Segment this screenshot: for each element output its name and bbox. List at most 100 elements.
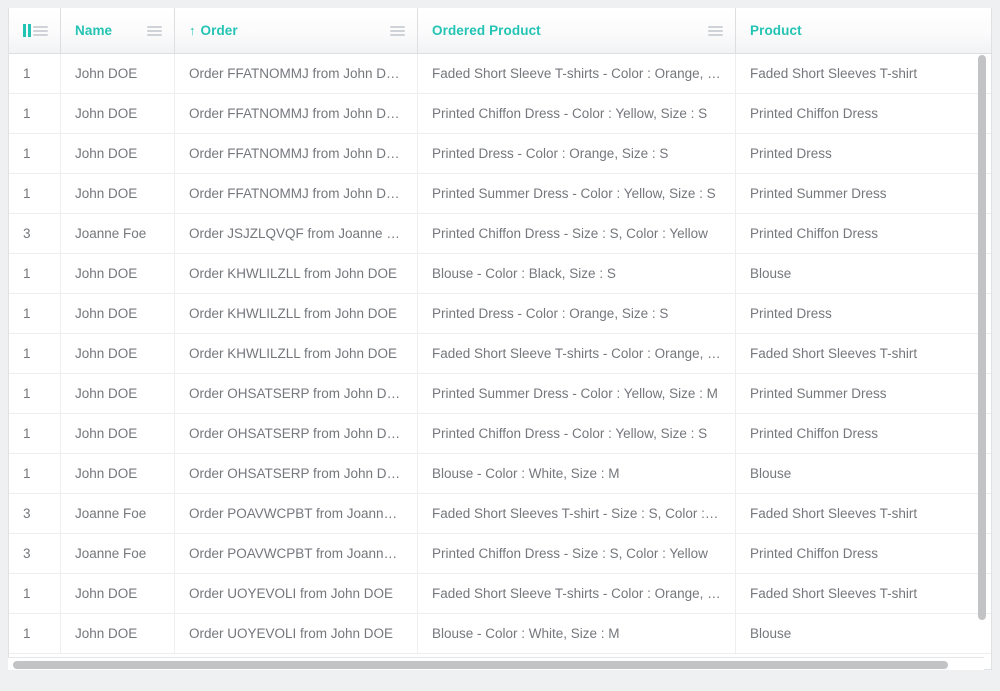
table-row[interactable]: 1 John DOE Order KHWLILZLL from John DOE Bl… — [9, 254, 991, 294]
vertical-scrollbar-thumb[interactable] — [978, 55, 986, 620]
cell-qty: 3 — [9, 214, 61, 253]
cell-name: John DOE — [61, 174, 175, 213]
column-header-label-product: Product — [750, 23, 802, 38]
table-row[interactable]: 1 John DOE Order KHWLILZLL from John DOE Fa… — [9, 334, 991, 374]
cell-order: Order JSJZLQVQF from Joanne Foe — [175, 214, 418, 253]
cell-qty: 1 — [9, 334, 61, 373]
cell-text-product: Printed Dress — [750, 146, 832, 161]
column-header-product[interactable]: Product — [736, 8, 991, 53]
cell-name: John DOE — [61, 374, 175, 413]
cell-text-product: Blouse — [750, 266, 792, 281]
table-row[interactable]: 1 John DOE Order KHWLILZLL from John DOE Pr… — [9, 294, 991, 334]
column-menu-icon-qty[interactable] — [33, 25, 48, 36]
cell-qty: 1 — [9, 614, 61, 653]
cell-name: Joanne Foe — [61, 534, 175, 573]
cell-text-qty: 1 — [23, 146, 31, 161]
table-row[interactable]: 1 John DOE Order FFATNOMMJ from John DOE Fa… — [9, 54, 991, 94]
cell-text-product: Printed Chiffon Dress — [750, 426, 879, 441]
cell-order: Order OHSATSERP from John DOE — [175, 454, 418, 493]
cell-text-name: John DOE — [75, 626, 138, 641]
cell-order: Order FFATNOMMJ from John DOE — [175, 94, 418, 133]
cell-text-order: Order FFATNOMMJ from John DOE — [189, 146, 403, 161]
cell-ordered_product: Printed Chiffon Dress - Color : Yellow, … — [418, 94, 736, 133]
cell-ordered_product: Printed Chiffon Dress - Color : Yellow, … — [418, 414, 736, 453]
table-row[interactable]: 1 John DOE Order OHSATSERP from John DOE Bl… — [9, 454, 991, 494]
table-row[interactable]: 1 John DOE Order FFATNOMMJ from John DOE Pr… — [9, 94, 991, 134]
cell-text-order: Order JSJZLQVQF from Joanne Foe — [189, 226, 403, 241]
cell-text-ordered_product: Blouse - Color : Black, Size : S — [432, 266, 616, 281]
cell-qty: 1 — [9, 94, 61, 133]
cell-name: John DOE — [61, 54, 175, 93]
cell-text-ordered_product: Printed Chiffon Dress - Size : S, Color … — [432, 226, 708, 241]
table-row[interactable]: 3 Joanne Foe Order JSJZLQVQF from Joanne F… — [9, 214, 991, 254]
cell-qty: 1 — [9, 254, 61, 293]
column-menu-icon-name[interactable] — [147, 25, 162, 36]
cell-qty: 1 — [9, 414, 61, 453]
cell-text-qty: 1 — [23, 386, 31, 401]
cell-text-order: Order KHWLILZLL from John DOE — [189, 266, 398, 281]
table-row[interactable]: 1 John DOE Order FFATNOMMJ from John DOE Pr… — [9, 174, 991, 214]
cell-text-order: Order POAVWCPBT from Joanne F… — [189, 506, 403, 521]
column-menu-icon-order[interactable] — [390, 25, 405, 36]
cell-text-ordered_product: Printed Chiffon Dress - Size : S, Color … — [432, 546, 708, 561]
cell-text-ordered_product: Blouse - Color : White, Size : M — [432, 626, 620, 641]
cell-text-name: John DOE — [75, 306, 138, 321]
cell-text-name: John DOE — [75, 346, 138, 361]
column-menu-icon-ordered-product[interactable] — [708, 25, 723, 36]
cell-text-ordered_product: Printed Chiffon Dress - Color : Yellow, … — [432, 426, 708, 441]
table-row[interactable]: 3 Joanne Foe Order POAVWCPBT from Joanne F… — [9, 534, 991, 574]
horizontal-scrollbar-thumb[interactable] — [13, 661, 948, 669]
cell-ordered_product: Blouse - Color : Black, Size : S — [418, 254, 736, 293]
table-row[interactable]: 1 John DOE Order UOYEVOLI from John DOE Blo… — [9, 614, 991, 654]
cell-order: Order FFATNOMMJ from John DOE — [175, 174, 418, 213]
table-row[interactable]: 1 John DOE Order OHSATSERP from John DOE Pr… — [9, 414, 991, 454]
cell-text-order: Order KHWLILZLL from John DOE — [189, 306, 398, 321]
cell-name: Joanne Foe — [61, 494, 175, 533]
cell-text-product: Printed Summer Dress — [750, 386, 887, 401]
cell-text-product: Printed Chiffon Dress — [750, 226, 879, 241]
table-row[interactable]: 1 John DOE Order FFATNOMMJ from John DOE Pr… — [9, 134, 991, 174]
cell-text-ordered_product: Printed Summer Dress - Color : Yellow, S… — [432, 386, 718, 401]
cell-product: Printed Chiffon Dress — [736, 94, 991, 133]
cell-text-qty: 1 — [23, 66, 31, 81]
horizontal-scrollbar[interactable] — [8, 657, 984, 670]
cell-qty: 1 — [9, 54, 61, 93]
table-row[interactable]: 1 John DOE Order OHSATSERP from John DOE Pr… — [9, 374, 991, 414]
cell-text-qty: 1 — [23, 186, 31, 201]
cell-text-qty: 1 — [23, 106, 31, 121]
cell-ordered_product: Printed Dress - Color : Orange, Size : S — [418, 294, 736, 333]
data-grid-page: Name ↑ Order Ordered Product Product 1 Jo… — [0, 0, 1000, 691]
cell-order: Order POAVWCPBT from Joanne F… — [175, 494, 418, 533]
vertical-scrollbar[interactable] — [975, 55, 989, 655]
column-header-order[interactable]: ↑ Order — [175, 8, 418, 53]
cell-ordered_product: Faded Short Sleeve T-shirts - Color : Or… — [418, 54, 736, 93]
cell-ordered_product: Printed Chiffon Dress - Size : S, Color … — [418, 534, 736, 573]
cell-order: Order OHSATSERP from John DOE — [175, 414, 418, 453]
cell-product: Printed Dress — [736, 294, 991, 333]
data-grid-body[interactable]: 1 John DOE Order FFATNOMMJ from John DOE Fa… — [9, 54, 991, 666]
cell-qty: 3 — [9, 534, 61, 573]
cell-text-product: Printed Chiffon Dress — [750, 546, 879, 561]
data-grid: Name ↑ Order Ordered Product Product 1 Jo… — [8, 8, 992, 670]
cell-name: John DOE — [61, 574, 175, 613]
cell-text-qty: 3 — [23, 546, 31, 561]
cell-product: Printed Chiffon Dress — [736, 214, 991, 253]
cell-text-order: Order UOYEVOLI from John DOE — [189, 586, 394, 601]
cell-ordered_product: Faded Short Sleeve T-shirts - Color : Or… — [418, 574, 736, 613]
column-header-name[interactable]: Name — [61, 8, 175, 53]
cell-order: Order UOYEVOLI from John DOE — [175, 614, 418, 653]
column-header-label-order: Order — [200, 23, 238, 38]
cell-text-order: Order POAVWCPBT from Joanne F… — [189, 546, 403, 561]
cell-text-product: Faded Short Sleeves T-shirt — [750, 66, 918, 81]
column-header-qty[interactable] — [9, 8, 61, 53]
table-row[interactable]: 1 John DOE Order UOYEVOLI from John DOE Fad… — [9, 574, 991, 614]
column-header-ordered-product[interactable]: Ordered Product — [418, 8, 736, 53]
cell-text-ordered_product: Blouse - Color : White, Size : M — [432, 466, 620, 481]
cell-text-qty: 3 — [23, 226, 31, 241]
cell-text-qty: 1 — [23, 586, 31, 601]
table-row[interactable]: 3 Joanne Foe Order POAVWCPBT from Joanne F… — [9, 494, 991, 534]
cell-text-qty: 1 — [23, 426, 31, 441]
cell-text-qty: 1 — [23, 306, 31, 321]
cell-ordered_product: Faded Short Sleeves T-shirt - Size : S, … — [418, 494, 736, 533]
cell-name: John DOE — [61, 614, 175, 653]
